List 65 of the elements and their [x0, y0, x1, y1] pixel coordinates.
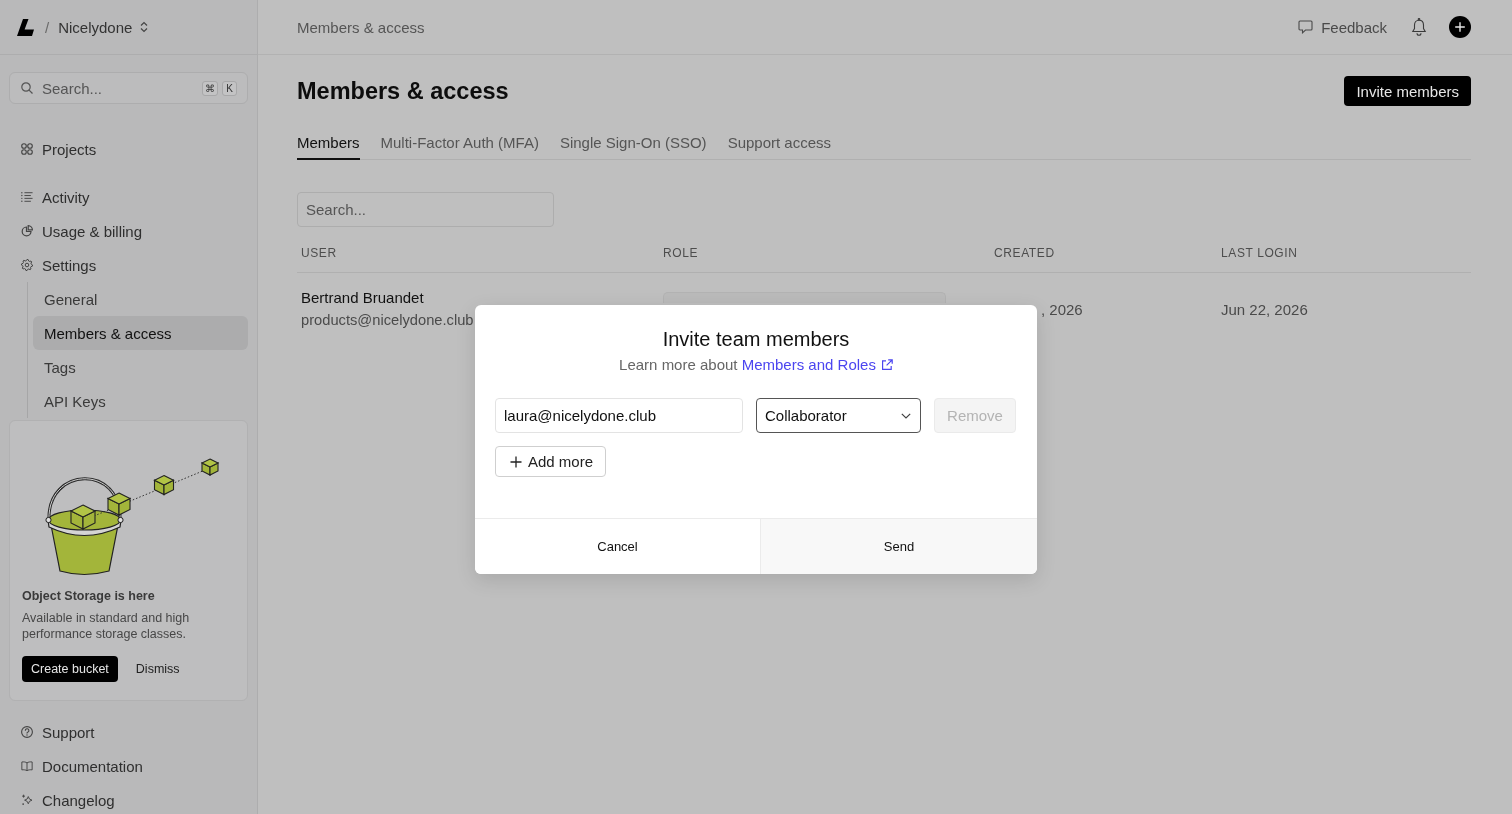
- cube-drawing: [153, 474, 175, 496]
- email-input[interactable]: laura@nicelydone.club: [495, 398, 743, 433]
- nav-item[interactable]: Changelog: [9, 787, 248, 813]
- chevron-up-down-icon: [140, 21, 149, 33]
- cube-drawing: [69, 504, 97, 530]
- nav-item[interactable]: Projects: [9, 132, 248, 166]
- breadcrumb: Members & access: [297, 18, 425, 36]
- plus-icon: [510, 455, 522, 468]
- help-icon: [21, 726, 33, 738]
- chat-bubble-icon: [1298, 20, 1314, 34]
- created-date: , 2026: [1041, 300, 1083, 318]
- tab[interactable]: Support access: [727, 126, 831, 160]
- settings-icon: [21, 259, 33, 271]
- search-field[interactable]: Search...: [297, 192, 554, 227]
- tab[interactable]: Multi-Factor Auth (MFA): [380, 126, 539, 160]
- nav-item[interactable]: Support: [9, 719, 248, 745]
- chevron-down-icon: [901, 412, 911, 419]
- promo-description: Available in standard and high performance storage classes.: [22, 610, 191, 642]
- tab[interactable]: Single Sign-On (SSO): [559, 126, 707, 160]
- create-bucket-button[interactable]: Create bucket: [22, 656, 118, 682]
- user-name: Bertrand Bruandet: [301, 288, 424, 308]
- user-email: products@nicelydone.club: [301, 311, 474, 330]
- dismiss-button[interactable]: Dismiss: [130, 656, 185, 682]
- book-icon: [21, 760, 33, 772]
- list-icon: [21, 191, 33, 203]
- column-header: USER: [301, 246, 337, 260]
- bell-icon[interactable]: [1411, 18, 1427, 36]
- workspace-switcher[interactable]: Nicelydone: [54, 16, 153, 38]
- external-link-icon: [880, 359, 893, 371]
- last-login-date: Jun 22, 2026: [1221, 300, 1308, 318]
- nav-item[interactable]: Activity: [9, 180, 248, 214]
- keyboard-key: K: [222, 80, 237, 96]
- cube-drawing: [106, 492, 132, 516]
- plus-icon[interactable]: [1449, 16, 1471, 38]
- nav-item[interactable]: Documentation: [9, 753, 248, 779]
- sparkle-icon: [21, 794, 33, 806]
- search-icon: [21, 82, 33, 94]
- keyboard-key: ⌘: [202, 80, 218, 96]
- nav-subitem[interactable]: API Keys: [33, 384, 248, 418]
- pie-chart-icon: [21, 225, 33, 237]
- nav-subitem[interactable]: Tags: [33, 350, 248, 384]
- promo-title: Object Storage is here: [22, 588, 155, 604]
- cube-drawing: [200, 458, 220, 476]
- invite-members-button[interactable]: Invite members: [1344, 76, 1471, 106]
- sidebar-search-field[interactable]: Search... ⌘ K: [9, 72, 248, 104]
- breadcrumb-separator: /: [45, 18, 50, 36]
- nav-subitem[interactable]: Members & access: [33, 316, 248, 350]
- grid-icon: [21, 143, 33, 155]
- role-select[interactable]: Collaborator: [756, 398, 921, 433]
- members-roles-link[interactable]: Members and Roles: [741, 356, 893, 373]
- dialog-title: Invite team members: [662, 327, 850, 351]
- dialog-subtitle: Learn more about Members and Roles: [619, 355, 893, 375]
- cancel-button[interactable]: Cancel: [475, 519, 760, 574]
- feedback-button[interactable]: Feedback: [1298, 18, 1387, 36]
- logo-icon: [16, 18, 34, 36]
- nav-item[interactable]: Settings: [9, 248, 248, 282]
- column-header: LAST LOGIN: [1221, 246, 1298, 260]
- send-button[interactable]: Send: [760, 519, 1037, 574]
- nav-subitem[interactable]: General: [33, 282, 248, 316]
- page-title: Members & access: [297, 77, 509, 105]
- tab[interactable]: Members: [297, 126, 360, 160]
- column-header: ROLE: [663, 246, 699, 260]
- column-header: CREATED: [994, 246, 1055, 260]
- nav-item[interactable]: Usage & billing: [9, 214, 248, 248]
- add-more-button[interactable]: Add more: [495, 446, 607, 477]
